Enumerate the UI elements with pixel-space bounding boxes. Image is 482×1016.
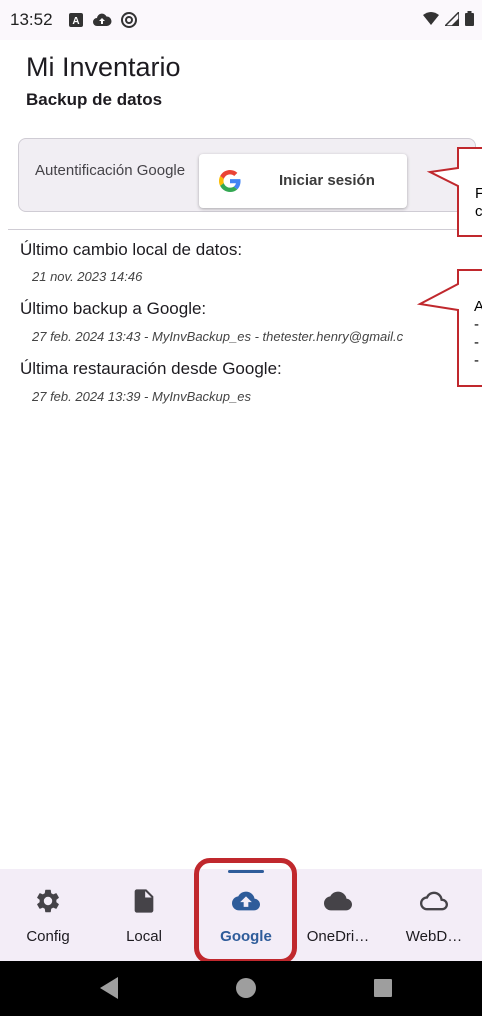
system-navigation-bar bbox=[0, 961, 482, 1016]
back-icon[interactable] bbox=[98, 975, 120, 1001]
svg-text:A: A bbox=[72, 16, 79, 27]
callout-1 bbox=[426, 147, 482, 237]
system-status-icons bbox=[423, 11, 474, 26]
nav-item-onedrive[interactable]: OneDri… bbox=[290, 869, 386, 961]
nav-item-config[interactable]: Config bbox=[0, 869, 96, 961]
nav-label-webdav: WebD… bbox=[405, 928, 463, 945]
app-title: Mi Inventario bbox=[26, 52, 181, 82]
nav-label-local: Local bbox=[126, 928, 162, 945]
sign-in-label: Iniciar sesión bbox=[279, 172, 375, 189]
last-restore-label: Última restauración desde Google: bbox=[20, 359, 282, 378]
nav-label-onedrive: OneDri… bbox=[306, 928, 370, 945]
status-bar: 13:52 A bbox=[0, 0, 482, 40]
page-subtitle: Backup de datos bbox=[26, 90, 163, 109]
nav-label-config: Config bbox=[26, 928, 70, 945]
cloud-filled-icon bbox=[324, 891, 352, 911]
sync-status-icon bbox=[121, 12, 137, 28]
google-g-icon bbox=[219, 170, 241, 192]
recents-icon[interactable] bbox=[371, 975, 395, 1001]
notification-a-icon: A bbox=[69, 13, 83, 27]
gear-icon bbox=[37, 889, 59, 913]
last-local-change-label: Último cambio local de datos: bbox=[20, 240, 243, 259]
cloud-outline-icon bbox=[420, 891, 448, 911]
last-restore-value: 27 feb. 2024 13:39 - MyInvBackup_es bbox=[32, 389, 251, 404]
last-backup-label: Último backup a Google: bbox=[20, 299, 207, 318]
cloud-upload-status-icon bbox=[93, 13, 112, 26]
wifi-icon bbox=[423, 11, 439, 25]
signal-icon bbox=[445, 11, 459, 26]
callout-2 bbox=[416, 269, 482, 387]
google-auth-card: Autentificación Google Iniciar sesión bbox=[18, 138, 476, 212]
google-sign-in-button[interactable]: Iniciar sesión bbox=[199, 154, 407, 208]
home-icon[interactable] bbox=[233, 975, 259, 1001]
last-local-change-value: 21 nov. 2023 14:46 bbox=[32, 269, 143, 284]
notification-icons: A bbox=[68, 11, 138, 29]
auth-label: Autentificación Google bbox=[35, 162, 186, 179]
status-time: 13:52 bbox=[10, 10, 53, 29]
divider bbox=[8, 229, 482, 230]
battery-icon bbox=[465, 11, 474, 26]
callout-2-text: A - - - bbox=[474, 298, 482, 369]
highlight-annotation bbox=[194, 858, 297, 964]
file-icon bbox=[134, 889, 154, 913]
nav-item-webdav[interactable]: WebD… bbox=[386, 869, 482, 961]
last-backup-value: 27 feb. 2024 13:43 - MyInvBackup_es - th… bbox=[32, 329, 404, 344]
nav-item-local[interactable]: Local bbox=[96, 869, 192, 961]
callout-1-text: F c bbox=[475, 185, 482, 220]
